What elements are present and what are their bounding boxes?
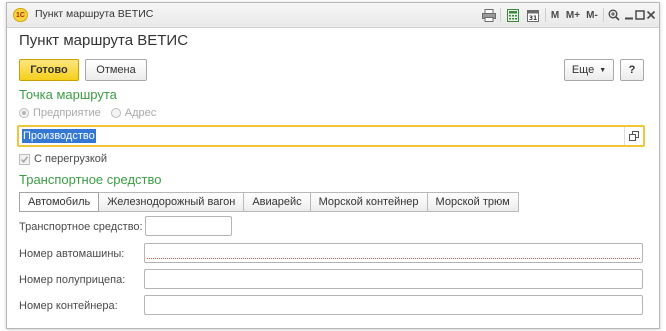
transport-tabs: Автомобиль Железнодорожный вагон Авиарей… bbox=[19, 192, 519, 212]
zoom-icon[interactable] bbox=[607, 7, 621, 23]
vehicle-label: Транспортное средство: bbox=[19, 221, 143, 233]
container-number-label: Номер контейнера: bbox=[19, 300, 118, 312]
trailer-number-label: Номер полуприцепа: bbox=[19, 274, 126, 286]
checkmark-icon bbox=[20, 155, 29, 163]
tab-sea-hold[interactable]: Морской трюм bbox=[426, 192, 519, 212]
radio-enterprise-label: Предприятие bbox=[33, 107, 101, 119]
transshipment-row: С перегрузкой bbox=[19, 153, 107, 165]
more-button[interactable]: Еще ▼ bbox=[564, 59, 614, 81]
dialog-window: 1С Пункт маршрута ВЕТИС 31 M M+ M- Пункт… bbox=[6, 2, 660, 329]
car-number-field[interactable] bbox=[144, 243, 643, 263]
memory-m-plus-icon[interactable]: M+ bbox=[565, 7, 581, 23]
route-point-value[interactable]: Производство bbox=[22, 129, 96, 143]
route-point-type-group: Предприятие Адрес bbox=[19, 107, 166, 119]
chevron-down-icon: ▼ bbox=[599, 66, 607, 74]
titlebar-separator bbox=[545, 8, 546, 22]
window-title: Пункт маршрута ВЕТИС bbox=[35, 8, 154, 20]
tab-flight[interactable]: Авиарейс bbox=[243, 192, 311, 212]
car-number-label: Номер автомашины: bbox=[19, 248, 125, 260]
ok-button[interactable]: Готово bbox=[19, 59, 79, 81]
open-icon[interactable] bbox=[624, 127, 643, 145]
route-point-field[interactable]: Производство bbox=[17, 125, 645, 147]
radio-address-label: Адрес bbox=[124, 107, 157, 119]
title-bar: 1С Пункт маршрута ВЕТИС 31 M M+ M- bbox=[7, 3, 659, 28]
memory-m-icon[interactable]: M bbox=[549, 7, 561, 23]
calendar-icon[interactable]: 31 bbox=[525, 7, 541, 23]
tab-car[interactable]: Автомобиль bbox=[19, 192, 100, 212]
cancel-button[interactable]: Отмена bbox=[85, 59, 147, 81]
form-title: Пункт маршрута ВЕТИС bbox=[19, 32, 189, 49]
transshipment-checkbox[interactable] bbox=[19, 153, 30, 165]
titlebar-separator bbox=[500, 8, 501, 22]
tab-sea-container[interactable]: Морской контейнер bbox=[309, 192, 428, 212]
container-number-field[interactable] bbox=[144, 295, 643, 315]
help-button[interactable]: ? bbox=[620, 59, 644, 81]
calc-icon[interactable] bbox=[505, 7, 521, 23]
print-icon[interactable] bbox=[481, 7, 497, 23]
app-logo-icon: 1С bbox=[13, 8, 28, 22]
titlebar-separator bbox=[603, 8, 604, 22]
more-button-label: Еще bbox=[571, 64, 595, 76]
tab-railway-wagon[interactable]: Железнодорожный вагон bbox=[98, 192, 245, 212]
vehicle-field[interactable] bbox=[145, 216, 232, 236]
route-point-header: Точка маршрута bbox=[19, 87, 117, 102]
trailer-number-field[interactable] bbox=[144, 269, 643, 289]
memory-m-minus-icon[interactable]: M- bbox=[584, 7, 600, 23]
transshipment-label: С перегрузкой bbox=[34, 153, 108, 165]
radio-address[interactable] bbox=[110, 108, 121, 118]
radio-enterprise[interactable] bbox=[19, 108, 29, 118]
transport-header: Транспортное средство bbox=[19, 172, 162, 187]
svg-text:31: 31 bbox=[529, 15, 537, 22]
close-icon[interactable] bbox=[645, 7, 657, 23]
